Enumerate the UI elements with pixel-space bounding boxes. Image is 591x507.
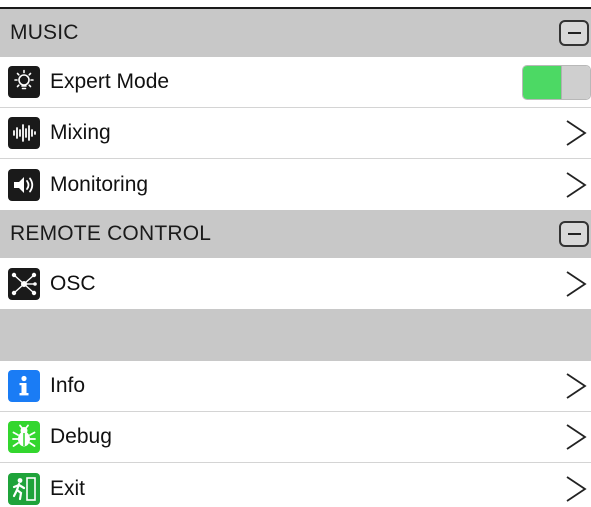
collapse-music-button[interactable] xyxy=(559,20,589,46)
toggle-knob xyxy=(561,65,590,99)
chevron-right-icon xyxy=(563,269,589,299)
waveform-icon xyxy=(8,117,40,149)
top-border xyxy=(0,0,591,9)
minus-icon xyxy=(567,32,581,34)
info-label: Info xyxy=(50,374,86,397)
network-icon xyxy=(8,267,40,300)
bug-icon xyxy=(8,421,40,453)
section-spacer xyxy=(0,309,591,361)
osc-label: OSC xyxy=(50,271,96,295)
settings-row-info[interactable]: Info xyxy=(0,361,591,412)
debug-label: Debug xyxy=(50,425,112,448)
settings-row-debug[interactable]: Debug xyxy=(0,412,591,463)
settings-row-exit[interactable]: Exit xyxy=(0,463,591,507)
settings-row-osc[interactable]: OSC xyxy=(0,258,591,309)
section-title-remote-control: REMOTE CONTROL xyxy=(10,222,212,245)
chevron-right-icon xyxy=(563,371,589,401)
monitoring-label: Monitoring xyxy=(50,172,149,196)
speaker-icon xyxy=(8,168,40,201)
settings-row-mixing[interactable]: Mixing xyxy=(0,108,591,159)
info-icon xyxy=(8,370,40,402)
minus-icon xyxy=(567,233,581,235)
chevron-right-icon xyxy=(563,422,589,452)
lightbulb-icon xyxy=(8,66,40,98)
mixing-label: Mixing xyxy=(50,121,111,144)
collapse-remote-control-button[interactable] xyxy=(559,221,589,247)
section-header-remote-control: REMOTE CONTROL xyxy=(0,210,591,258)
expert-mode-label: Expert Mode xyxy=(50,70,170,93)
exit-label: Exit xyxy=(50,476,86,500)
toggle-on-fill xyxy=(523,65,561,99)
chevron-right-icon xyxy=(563,118,589,148)
chevron-right-icon xyxy=(563,474,589,504)
exit-icon xyxy=(8,472,40,505)
section-title-music: MUSIC xyxy=(10,21,79,44)
settings-row-expert-mode: Expert Mode xyxy=(0,57,591,108)
expert-mode-toggle[interactable] xyxy=(522,64,591,100)
settings-row-monitoring[interactable]: Monitoring xyxy=(0,159,591,210)
section-header-music: MUSIC xyxy=(0,9,591,57)
chevron-right-icon xyxy=(563,170,589,200)
